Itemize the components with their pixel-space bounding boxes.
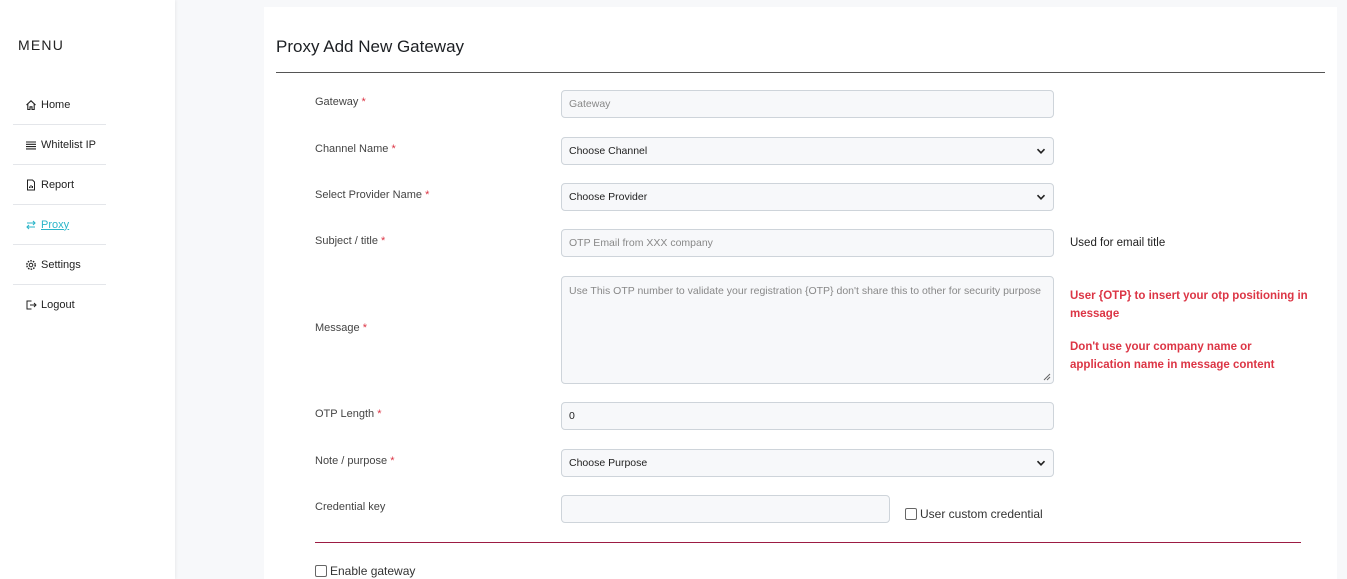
- required-mark: *: [425, 189, 430, 201]
- provider-label-text: Select Provider Name: [315, 189, 422, 201]
- message-otp-hint: User {OTP} to insert your otp positionin…: [1070, 290, 1308, 320]
- sidebar: MENU Home Whitelist IP Report Proxy Sett…: [0, 0, 175, 579]
- list-icon: [24, 138, 37, 151]
- gateway-label-text: Gateway: [315, 96, 359, 108]
- sidebar-item-label: Logout: [41, 299, 75, 311]
- main-panel: Proxy Add New Gateway Gateway * Gateway …: [264, 7, 1337, 579]
- channel-label-text: Channel Name: [315, 143, 389, 155]
- enable-gateway-label: Enable gateway: [330, 564, 416, 578]
- home-icon: [24, 98, 37, 111]
- sidebar-item-label: Whitelist IP: [41, 138, 97, 151]
- required-mark: *: [390, 455, 395, 467]
- enable-gateway-checkbox[interactable]: [315, 565, 327, 577]
- resize-handle-icon[interactable]: [1043, 373, 1051, 381]
- otp-length-label: OTP Length *: [315, 408, 381, 420]
- subject-placeholder: OTP Email from XXX company: [569, 237, 713, 249]
- sidebar-nav: Home Whitelist IP Report Proxy Settings: [13, 85, 106, 325]
- sidebar-item-home[interactable]: Home: [13, 85, 106, 125]
- sidebar-item-proxy[interactable]: Proxy: [13, 205, 106, 245]
- provider-select-value: Choose Provider: [569, 191, 648, 203]
- sidebar-item-report[interactable]: Report: [13, 165, 106, 205]
- menu-title: MENU: [18, 37, 65, 53]
- required-mark: *: [381, 235, 386, 247]
- required-mark: *: [362, 322, 367, 334]
- required-mark: *: [391, 143, 396, 155]
- gateway-placeholder: Gateway: [569, 98, 611, 110]
- purpose-label: Note / purpose *: [315, 455, 395, 467]
- swap-icon: [24, 218, 37, 231]
- page-title: Proxy Add New Gateway: [276, 37, 465, 56]
- sidebar-item-label: Proxy: [41, 218, 70, 231]
- gear-icon: [24, 258, 37, 271]
- purpose-select[interactable]: Choose Purpose: [561, 449, 1054, 477]
- provider-label: Select Provider Name *: [315, 189, 429, 201]
- sidebar-item-label: Home: [41, 98, 71, 111]
- message-label-text: Message: [315, 322, 360, 334]
- sidebar-item-logout[interactable]: Logout: [13, 285, 106, 325]
- required-mark: *: [377, 408, 382, 420]
- message-placeholder: Use This OTP number to validate your reg…: [569, 285, 1042, 297]
- title-divider: [276, 72, 1325, 73]
- chevron-down-icon: [1036, 460, 1046, 466]
- sidebar-item-settings[interactable]: Settings: [13, 245, 106, 285]
- sidebar-item-whitelist-ip[interactable]: Whitelist IP: [13, 125, 106, 165]
- channel-select[interactable]: Choose Channel: [561, 137, 1054, 165]
- report-icon: [24, 178, 37, 191]
- custom-credential-checkbox[interactable]: [905, 508, 917, 520]
- subject-input[interactable]: OTP Email from XXX company: [561, 229, 1054, 257]
- message-label: Message *: [315, 322, 367, 334]
- credential-input[interactable]: [561, 495, 890, 523]
- chevron-down-icon: [1036, 148, 1046, 154]
- otp-length-label-text: OTP Length: [315, 408, 375, 420]
- purpose-select-value: Choose Purpose: [569, 457, 648, 469]
- purpose-label-text: Note / purpose: [315, 455, 388, 467]
- sidebar-item-label: Report: [41, 178, 75, 191]
- provider-select[interactable]: Choose Provider: [561, 183, 1054, 211]
- otp-length-input[interactable]: 0: [561, 402, 1054, 430]
- otp-length-value: 0: [569, 410, 575, 422]
- message-textarea[interactable]: Use This OTP number to validate your reg…: [561, 276, 1054, 384]
- channel-label: Channel Name *: [315, 143, 396, 155]
- channel-select-value: Choose Channel: [569, 145, 648, 157]
- chevron-down-icon: [1036, 194, 1046, 200]
- logout-icon: [24, 299, 37, 312]
- gateway-label: Gateway *: [315, 96, 366, 108]
- credential-label: Credential key: [315, 501, 386, 513]
- custom-credential-checkbox-row[interactable]: User custom credential: [905, 507, 1043, 521]
- section-divider: [315, 542, 1301, 543]
- message-company-hint: Don't use your company name or applicati…: [1070, 341, 1275, 371]
- required-mark: *: [361, 96, 366, 108]
- enable-gateway-checkbox-row[interactable]: Enable gateway: [315, 564, 415, 578]
- custom-credential-label: User custom credential: [920, 507, 1043, 521]
- subject-label-text: Subject / title: [315, 235, 378, 247]
- subject-hint: Used for email title: [1070, 237, 1166, 249]
- sidebar-item-label: Settings: [41, 258, 81, 271]
- subject-label: Subject / title *: [315, 235, 385, 247]
- gateway-input[interactable]: Gateway: [561, 90, 1054, 118]
